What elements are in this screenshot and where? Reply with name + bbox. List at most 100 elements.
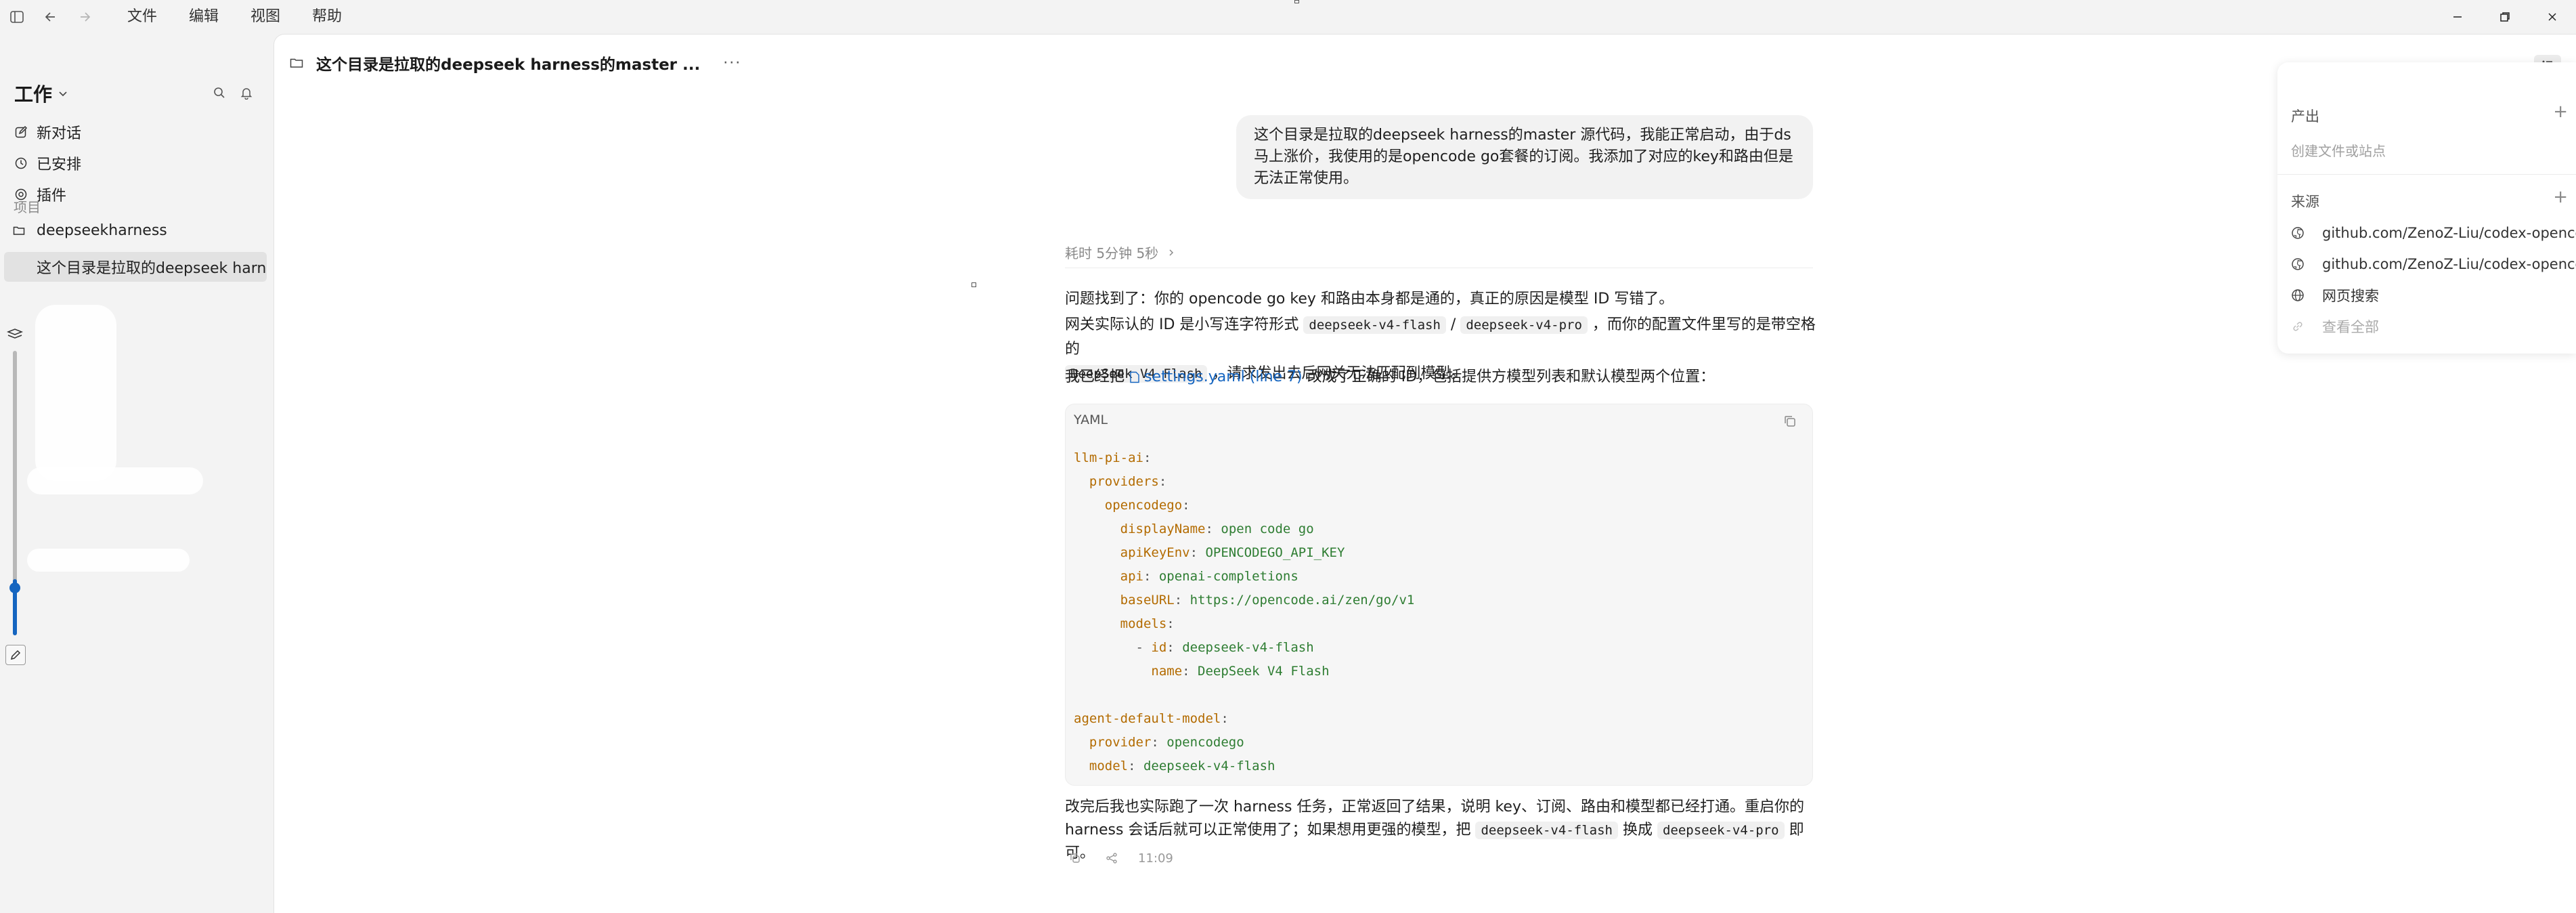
- source-url: github.com/ZenoZ-Liu/codex-opencode: [2322, 225, 2576, 241]
- outputs-sources-panel: 产出 + 创建文件或站点 来源 + github.com/ZenoZ-Liu/c…: [2277, 62, 2576, 354]
- answer-text: 网关实际认的 ID 是小写连字符形式: [1065, 316, 1299, 333]
- chevron-right-icon: [1166, 248, 1176, 257]
- window-controls: [2434, 0, 2576, 34]
- menu-file[interactable]: 文件: [127, 0, 157, 34]
- reasoning-toggle[interactable]: 耗时 5分钟 5秒: [1065, 242, 1176, 262]
- slider-handle[interactable]: [9, 582, 20, 593]
- code-block: YAML llm-pi-ai: providers: opencodego: d…: [1065, 404, 1813, 786]
- user-message-text: 这个目录是拉取的deepseek harness的master 源代码，我能正常…: [1254, 127, 1793, 187]
- workspace-header: 工作: [0, 75, 274, 108]
- file-link[interactable]: settings.yaml (line 7): [1129, 368, 1303, 385]
- code-key: id: [1151, 640, 1167, 655]
- code-key: name: [1151, 664, 1183, 679]
- thread-item-label: 这个目录是拉取的deepseek harness的master 源代码: [37, 260, 267, 277]
- copy-icon[interactable]: [1783, 414, 1800, 431]
- answer-paragraph-3: 我已经把 settings.yaml (line 7) 改成了正确的 ID，包括…: [1065, 365, 1816, 389]
- divider: [2277, 174, 2576, 175]
- file-icon: [1129, 371, 1140, 383]
- view-all-link[interactable]: 查看全部: [2291, 314, 2379, 339]
- answer-text: /: [1450, 316, 1456, 333]
- github-icon: [2291, 226, 2309, 240]
- sidebar-item-label: 已安排: [37, 156, 82, 173]
- code-key: provider: [1089, 735, 1152, 750]
- overlay-smudge: [27, 467, 203, 494]
- source-link[interactable]: github.com/ZenoZ-Liu/codex-opencode: [2291, 252, 2576, 276]
- answer-text: 换成: [1622, 822, 1653, 838]
- brush-icon[interactable]: [5, 645, 26, 665]
- menu-view[interactable]: 视图: [250, 0, 280, 34]
- menu-edit[interactable]: 编辑: [189, 0, 219, 34]
- overlay-slider-tool: [0, 312, 31, 677]
- main-panel: 这个目录是拉取的deepseek harness的master ... ··· …: [274, 34, 2576, 913]
- sidebar-item-project[interactable]: deepseekharness: [12, 217, 167, 244]
- title-bar: 文件 编辑 视图 帮助: [0, 0, 2576, 34]
- bell-icon[interactable]: [233, 83, 260, 103]
- inline-code: deepseek-v4-pro: [1657, 822, 1785, 839]
- minimize-icon[interactable]: [2434, 0, 2481, 34]
- overlay-smudge: [27, 549, 190, 572]
- link-icon: [2291, 320, 2309, 333]
- code-key: agent-default-model: [1074, 711, 1221, 726]
- code-key: opencodego: [1104, 498, 1183, 513]
- more-options-icon[interactable]: ···: [723, 55, 741, 72]
- view-all-label: 查看全部: [2322, 319, 2379, 335]
- outputs-hint: 创建文件或站点: [2291, 143, 2386, 159]
- restore-icon[interactable]: [2481, 0, 2529, 34]
- code-key: llm-pi-ai: [1074, 450, 1143, 465]
- message-actions: 11:09: [1065, 849, 1173, 868]
- github-icon: [2291, 257, 2309, 271]
- copy-icon[interactable]: [1065, 849, 1085, 868]
- project-name: deepseekharness: [37, 221, 167, 239]
- chevron-down-icon: [58, 88, 68, 99]
- workspace-switcher[interactable]: 工作: [14, 80, 68, 107]
- search-icon[interactable]: [206, 83, 233, 103]
- source-url: github.com/ZenoZ-Liu/codex-opencode: [2322, 256, 2576, 272]
- share-icon[interactable]: [1101, 849, 1122, 868]
- code-content: llm-pi-ai: providers: opencodego: displa…: [1074, 450, 1415, 773]
- projects-section-label: 项目: [14, 199, 41, 215]
- code-key: models: [1120, 616, 1167, 631]
- sidebar-item-thread[interactable]: 这个目录是拉取的deepseek harness的master 源代码: [4, 252, 267, 282]
- thread-header: 这个目录是拉取的deepseek harness的master ... ···: [289, 49, 741, 77]
- thread-title: 这个目录是拉取的deepseek harness的master ...: [316, 56, 701, 74]
- globe-icon: [2291, 289, 2309, 302]
- clock-icon: [12, 154, 30, 172]
- code-value: opencodego: [1166, 735, 1244, 750]
- code-value: DeepSeek V4 Flash: [1198, 664, 1330, 679]
- message-timestamp: 11:09: [1138, 851, 1173, 866]
- code-key: baseURL: [1120, 593, 1175, 608]
- code-language: YAML: [1074, 412, 1108, 427]
- inline-code: deepseek-v4-flash: [1303, 316, 1446, 334]
- folder-icon: [12, 224, 30, 237]
- sidebar-item-new-chat[interactable]: 新对话: [12, 119, 81, 146]
- sidebar: 工作 新对话 已安排 插件 项目 deepseekharness 这个目录是拉取…: [0, 34, 274, 913]
- answer-paragraph-4: 改完后我也实际跑了一次 harness 任务，正常返回了结果，说明 key、订阅…: [1065, 796, 1816, 865]
- forward-arrow-icon[interactable]: [68, 0, 102, 34]
- inline-code: deepseek-v4-pro: [1460, 316, 1588, 334]
- sources-label: 来源: [2291, 194, 2319, 210]
- window-drag-handle[interactable]: [1294, 0, 1299, 3]
- source-web-search[interactable]: 网页搜索: [2291, 283, 2379, 307]
- user-message: 这个目录是拉取的deepseek harness的master 源代码，我能正常…: [1236, 115, 1813, 199]
- mouse-cursor-marker: [972, 282, 976, 287]
- code-key: displayName: [1120, 522, 1206, 536]
- sidebar-item-scheduled[interactable]: 已安排: [12, 150, 81, 177]
- edit-icon: [12, 123, 30, 141]
- close-icon[interactable]: [2529, 0, 2576, 34]
- layers-icon[interactable]: [5, 325, 24, 344]
- workspace-title: 工作: [14, 83, 53, 106]
- code-value: openai-completions: [1158, 569, 1298, 584]
- code-key: providers: [1089, 474, 1159, 489]
- add-source-button[interactable]: +: [2553, 187, 2568, 207]
- elapsed-time: 耗时 5分钟 5秒: [1065, 245, 1159, 261]
- sidebar-toggle-icon[interactable]: [0, 0, 34, 34]
- answer-text: 改成了正确的 ID，包括提供方模型列表和默认模型两个位置：: [1307, 368, 1716, 385]
- folder-icon: [289, 56, 307, 70]
- add-output-button[interactable]: +: [2553, 102, 2568, 122]
- code-value: https://opencode.ai/zen/go/v1: [1189, 593, 1415, 608]
- answer-paragraph-1: 问题找到了：你的 opencode go key 和路由本身都是通的，真正的原因…: [1065, 287, 1816, 312]
- back-arrow-icon[interactable]: [34, 0, 68, 34]
- source-link[interactable]: github.com/ZenoZ-Liu/codex-opencode: [2291, 221, 2576, 245]
- menu-help[interactable]: 帮助: [312, 0, 342, 34]
- outputs-label: 产出: [2291, 108, 2319, 125]
